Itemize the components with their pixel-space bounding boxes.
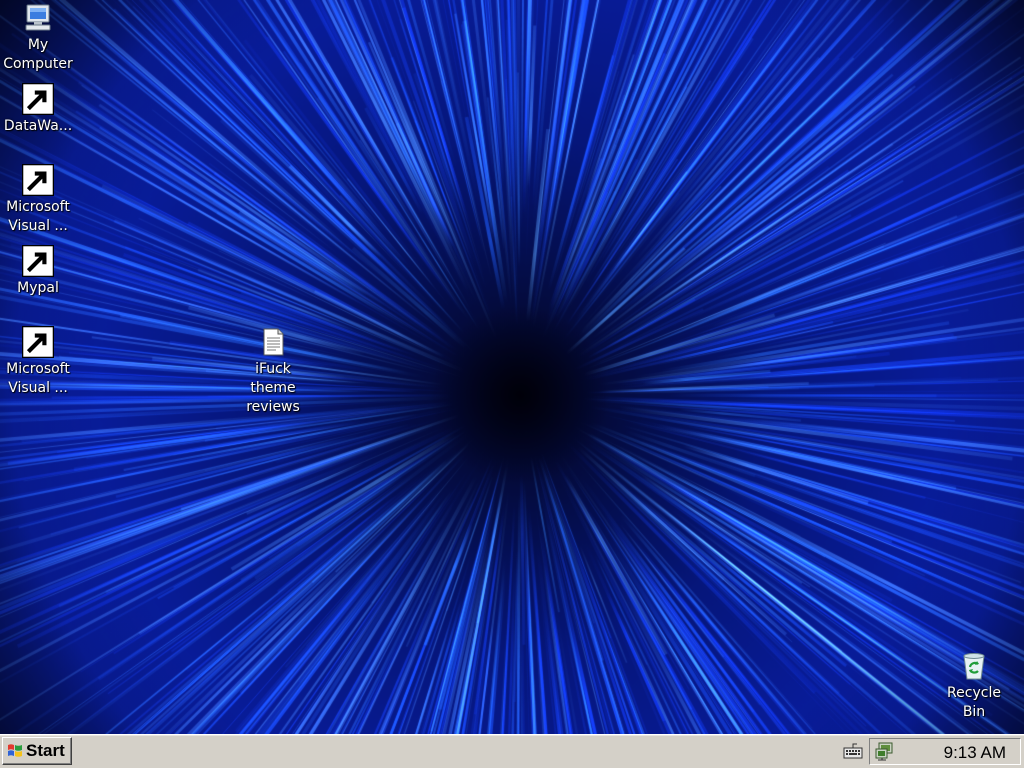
- desktop-icon-mypal[interactable]: Mypal: [0, 245, 76, 298]
- desktop-icon-label: Mypal: [17, 280, 59, 296]
- desktop-icon-microsoft-visual-1[interactable]: Microsoft Visual ...: [0, 164, 76, 236]
- desktop-icon-label: Recycle Bin: [947, 685, 1001, 720]
- windows-logo-icon: [8, 744, 22, 757]
- visual-studio-icon: [22, 164, 54, 196]
- my-computer-icon: [22, 2, 54, 34]
- taskbar: Start 9:13 AM: [0, 734, 1024, 768]
- start-button[interactable]: Start: [2, 737, 72, 765]
- clock[interactable]: 9:13 AM: [944, 743, 1006, 763]
- desktop-icon-label: My Computer: [3, 37, 73, 72]
- desktop-icon-text-file[interactable]: iFuck theme reviews: [235, 326, 311, 417]
- system-tray: 9:13 AM: [843, 738, 1021, 765]
- datawarrior-icon: [22, 83, 54, 115]
- network-icon[interactable]: [874, 741, 896, 761]
- desktop-icon-label: Microsoft Visual ...: [6, 199, 70, 234]
- desktop[interactable]: My Computer DataWa... Microsoft Visual .…: [0, 0, 1024, 734]
- desktop-icon-datawarrior[interactable]: DataWa...: [0, 83, 76, 136]
- keyboard-icon[interactable]: [843, 742, 863, 760]
- shortcut-arrow-icon: [22, 245, 54, 277]
- shortcut-arrow-icon: [22, 326, 54, 358]
- shortcut-arrow-icon: [22, 83, 54, 115]
- text-document-icon: [257, 326, 289, 358]
- start-label: Start: [26, 741, 65, 760]
- visual-foxpro-icon: fx: [22, 326, 54, 358]
- desktop-icon-label: Microsoft Visual ...: [6, 361, 70, 396]
- desktop-icon-label: DataWa...: [3, 118, 73, 134]
- desktop-icon-label: iFuck theme reviews: [246, 361, 300, 415]
- wallpaper: [0, 0, 1024, 734]
- desktop-icon-recycle-bin[interactable]: Recycle Bin: [936, 650, 1012, 722]
- shortcut-arrow-icon: [22, 164, 54, 196]
- mypal-raccoon-icon: [22, 245, 54, 277]
- recycle-bin-icon: [958, 650, 990, 682]
- desktop-icon-microsoft-visual-2[interactable]: fx Microsoft Visual ...: [0, 326, 76, 398]
- desktop-icon-my-computer[interactable]: My Computer: [0, 2, 76, 74]
